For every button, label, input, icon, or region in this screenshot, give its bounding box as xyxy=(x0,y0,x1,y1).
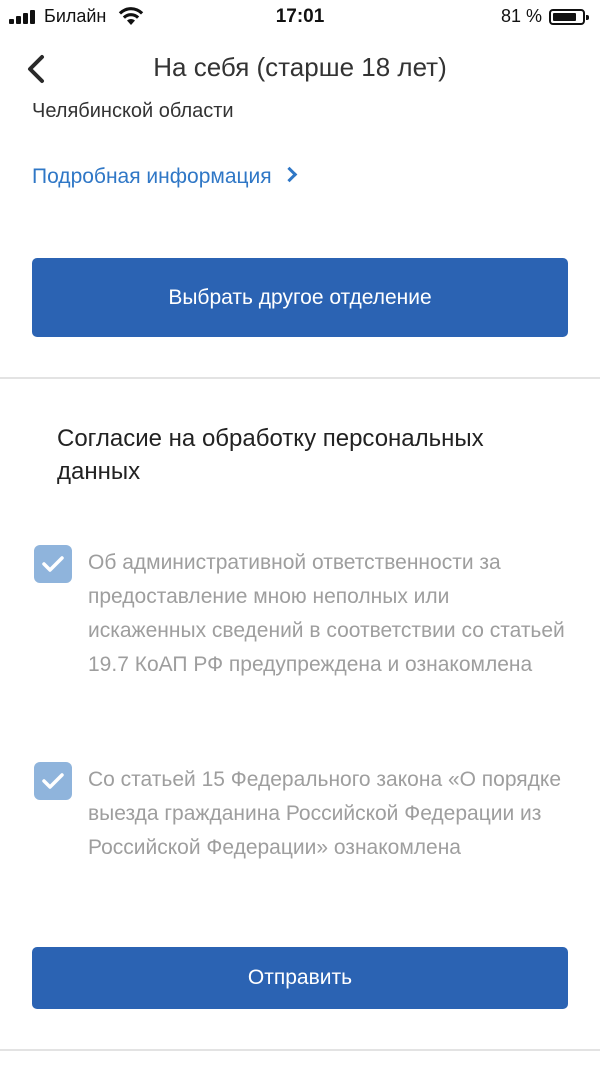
checkmark-icon xyxy=(42,556,64,572)
status-bar: Билайн 17:01 81 % xyxy=(0,0,600,36)
consent-text-liability: Об административной ответственности за п… xyxy=(88,551,565,676)
page-title: На себя (старше 18 лет) xyxy=(153,52,447,82)
battery-icon xyxy=(549,9,589,25)
consent-checkbox-federal-law[interactable] xyxy=(34,762,72,800)
checkmark-icon xyxy=(42,773,64,789)
bottom-divider xyxy=(0,1049,600,1051)
more-info-link[interactable]: Подробная информация xyxy=(32,165,297,189)
battery-percent: 81 % xyxy=(500,6,542,26)
section-divider xyxy=(0,377,600,379)
submit-button[interactable]: Отправить xyxy=(32,947,568,1009)
consent-text-federal-law: Со статьей 15 Федерального закона «О пор… xyxy=(88,768,562,859)
more-info-label: Подробная информация xyxy=(32,165,272,188)
choose-other-office-button[interactable]: Выбрать другое отделение xyxy=(32,258,568,337)
consent-title: Согласие на обработку персональных данны… xyxy=(57,425,484,485)
consent-checkbox-liability[interactable] xyxy=(34,545,72,583)
chevron-right-icon xyxy=(281,166,297,183)
office-region-text: Челябинской области xyxy=(32,100,234,122)
